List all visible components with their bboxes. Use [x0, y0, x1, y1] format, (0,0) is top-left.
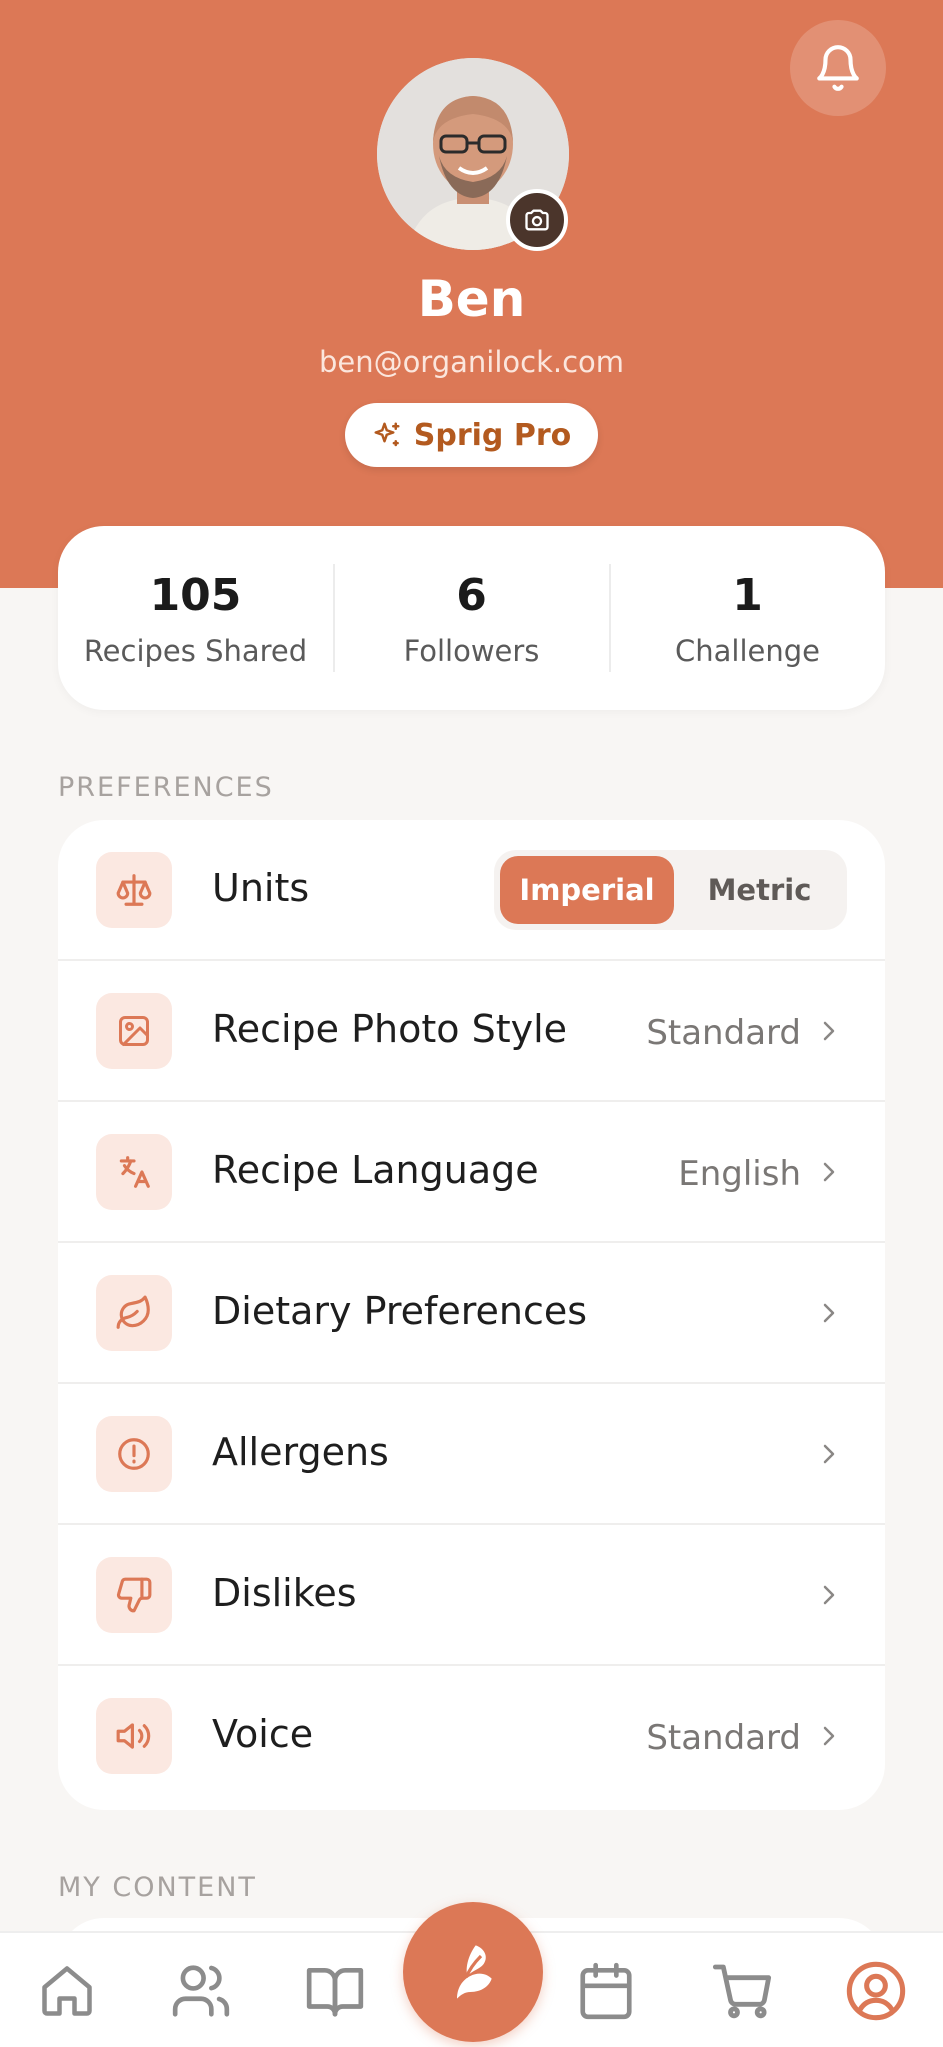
- scale-icon: [96, 852, 172, 928]
- chevron-right-icon: [817, 1160, 841, 1184]
- recipe-photo-style-label: Recipe Photo Style: [212, 1007, 568, 1051]
- leaf-icon: [96, 1275, 172, 1351]
- book-icon: [306, 1968, 364, 2017]
- preferences-section-title: PREFERENCES: [58, 772, 274, 803]
- stats-card: 105 Recipes Shared 6 Followers 1 Challen…: [58, 526, 885, 710]
- units-imperial-option[interactable]: Imperial: [500, 856, 674, 924]
- stat-recipes-shared[interactable]: 105 Recipes Shared: [58, 526, 333, 710]
- stat-label: Followers: [403, 634, 540, 668]
- image-icon: [96, 993, 172, 1069]
- tab-calendar[interactable]: [566, 1951, 646, 2031]
- stat-value: 105: [149, 570, 242, 621]
- tab-home[interactable]: [27, 1951, 107, 2031]
- avatar[interactable]: [377, 58, 569, 251]
- units-metric-option[interactable]: Metric: [678, 856, 841, 924]
- stat-label: Challenge: [675, 634, 820, 668]
- sprig-center-button[interactable]: [403, 1902, 543, 2042]
- recipe-photo-style-row[interactable]: Recipe Photo Style Standard: [58, 961, 885, 1102]
- speaker-icon: [96, 1698, 172, 1774]
- tab-profile[interactable]: [836, 1951, 916, 2031]
- sparkles-icon: [374, 422, 400, 447]
- stat-challenge[interactable]: 1 Challenge: [610, 526, 885, 710]
- preferences-card: Units Imperial Metric Recipe Photo Style…: [58, 820, 885, 1810]
- home-icon: [42, 1966, 92, 2016]
- profile-header: Ben ben@organilock.com Sprig Pro: [0, 0, 943, 588]
- alert-circle-icon: [96, 1416, 172, 1492]
- tab-recipes[interactable]: [295, 1951, 375, 2031]
- units-toggle: Imperial Metric: [494, 850, 847, 930]
- voice-row[interactable]: Voice Standard: [58, 1666, 885, 1807]
- notifications-button[interactable]: [790, 20, 886, 116]
- voice-value: Standard: [646, 1718, 801, 1758]
- chevron-right-icon: [817, 1442, 841, 1466]
- chevron-right-icon: [817, 1724, 841, 1748]
- voice-label: Voice: [212, 1712, 314, 1756]
- recipe-language-value: English: [678, 1154, 801, 1194]
- dietary-preferences-row[interactable]: Dietary Preferences: [58, 1243, 885, 1384]
- my-content-section-title: MY CONTENT: [58, 1872, 257, 1903]
- sprig-pro-badge[interactable]: Sprig Pro: [345, 403, 598, 467]
- users-icon: [172, 1965, 230, 2017]
- calendar-icon: [580, 1962, 632, 2020]
- recipe-photo-style-value: Standard: [646, 1013, 801, 1053]
- stat-label: Recipes Shared: [83, 634, 308, 668]
- stat-value: 6: [456, 570, 487, 621]
- chevron-right-icon: [817, 1301, 841, 1325]
- profile-icon: [846, 1961, 906, 2021]
- bell-icon: [817, 45, 859, 91]
- tab-community[interactable]: [161, 1951, 241, 2031]
- dietary-preferences-label: Dietary Preferences: [212, 1289, 588, 1333]
- change-photo-button[interactable]: [506, 189, 568, 251]
- tab-cart[interactable]: [702, 1951, 782, 2031]
- recipe-language-row[interactable]: Recipe Language English: [58, 1102, 885, 1243]
- recipe-language-label: Recipe Language: [212, 1148, 539, 1192]
- units-label: Units: [212, 866, 310, 910]
- sprig-pro-label: Sprig Pro: [413, 417, 572, 453]
- chevron-right-icon: [817, 1019, 841, 1043]
- translate-icon: [96, 1134, 172, 1210]
- allergens-label: Allergens: [212, 1430, 389, 1474]
- profile-email: ben@organilock.com: [318, 345, 625, 379]
- profile-name: Ben: [417, 270, 526, 328]
- chevron-right-icon: [817, 1583, 841, 1607]
- cart-icon: [712, 1964, 772, 2019]
- camera-icon: [525, 209, 549, 231]
- stat-followers[interactable]: 6 Followers: [334, 526, 609, 710]
- stat-value: 1: [732, 570, 763, 621]
- dislikes-row[interactable]: Dislikes: [58, 1525, 885, 1666]
- units-row: Units Imperial Metric: [58, 820, 885, 961]
- sprig-icon: [457, 1945, 492, 1999]
- thumbs-down-icon: [96, 1557, 172, 1633]
- allergens-row[interactable]: Allergens: [58, 1384, 885, 1525]
- dislikes-label: Dislikes: [212, 1571, 357, 1615]
